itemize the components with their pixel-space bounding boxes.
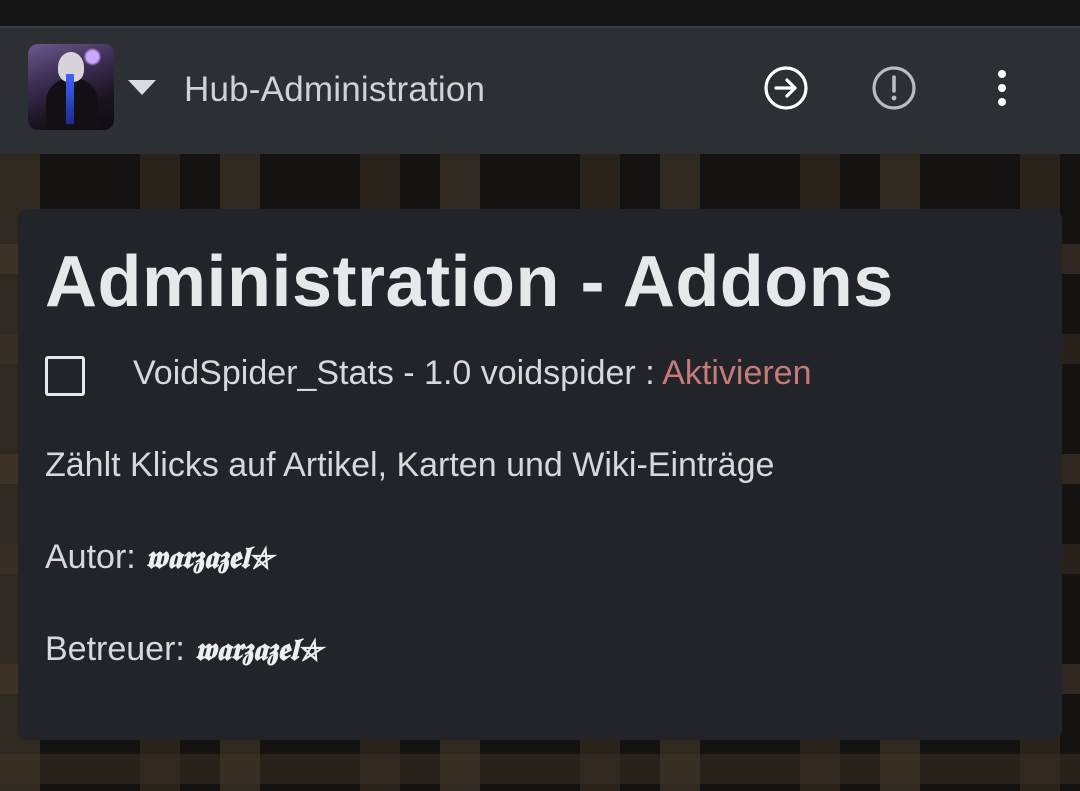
maintainer-name: 𝖜𝖆𝖗𝖟𝖆𝖟𝖊𝖑⛤ [194,632,322,668]
maintainer-line: Betreuer: 𝖜𝖆𝖗𝖟𝖆𝖟𝖊𝖑⛤ [45,630,322,669]
chevron-down-icon[interactable] [128,80,156,95]
more-vertical-icon[interactable] [978,64,1026,112]
addon-description: Zählt Klicks auf Artikel, Karten und Wik… [45,446,775,484]
addon-info-line: VoidSpider_Stats - 1.0 voidspider : Akti… [133,354,812,393]
addon-name-version: VoidSpider_Stats - 1.0 voidspider : [133,354,663,392]
author-label: Autor: [45,538,146,576]
avatar-figure-stripe [66,74,74,124]
card-title: Administration - Addons [45,242,894,322]
arrow-right-circle-icon[interactable] [762,64,810,112]
addon-checkbox[interactable] [45,356,85,396]
author-line: Autor: 𝖜𝖆𝖗𝖟𝖆𝖟𝖊𝖑⛤ [45,538,273,577]
exclamation-circle-icon[interactable] [870,64,918,112]
page-title: Hub-Administration [184,70,486,109]
status-strip [0,0,1080,26]
activate-link[interactable]: Aktivieren [662,354,811,392]
author-name: 𝖜𝖆𝖗𝖟𝖆𝖟𝖊𝖑⛤ [145,540,273,576]
addon-card: Administration - Addons VoidSpider_Stats… [18,209,1062,740]
top-app-bar: Hub-Administration [0,26,1080,154]
avatar[interactable] [28,44,114,130]
maintainer-label: Betreuer: [45,630,195,668]
